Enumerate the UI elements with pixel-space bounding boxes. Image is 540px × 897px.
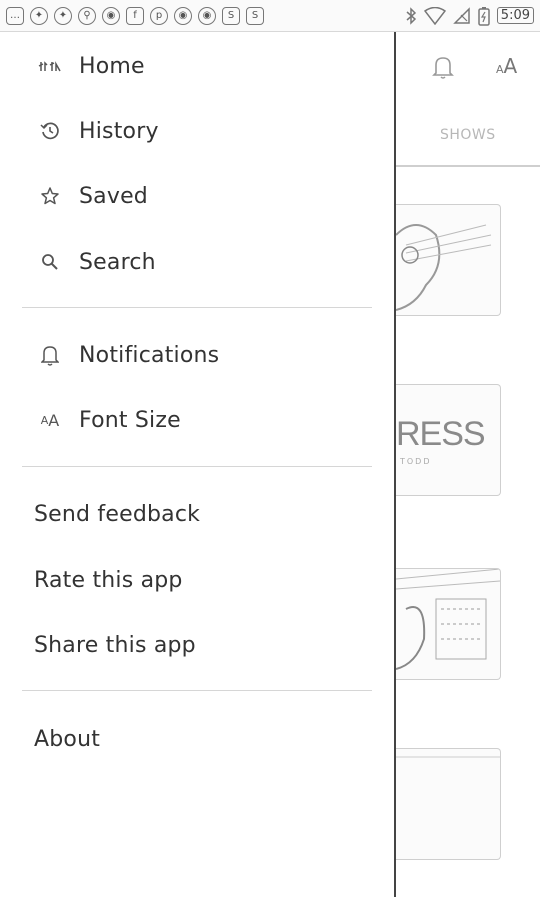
drawer-item-home[interactable]: Home bbox=[0, 34, 394, 98]
show-card[interactable]: RESS TODD bbox=[396, 384, 501, 496]
drawer-item-label: Notifications bbox=[79, 342, 220, 368]
drawer-item-history[interactable]: History bbox=[0, 99, 394, 163]
drawer-item-about[interactable]: About bbox=[0, 707, 394, 771]
drawer-item-label: History bbox=[79, 118, 159, 144]
drawer-item-label: Search bbox=[79, 249, 156, 275]
app-icon: ◉ bbox=[174, 6, 192, 25]
divider bbox=[22, 690, 372, 691]
drawer-item-label: Send feedback bbox=[34, 501, 201, 527]
show-logo-text: RESS bbox=[396, 415, 486, 453]
drawer-item-label: Share this app bbox=[34, 632, 196, 658]
background-tabs: SHOWS bbox=[396, 107, 540, 167]
drawer-item-search[interactable]: Search bbox=[0, 230, 394, 294]
search-icon bbox=[38, 250, 62, 274]
drawer-item-send-feedback[interactable]: Send feedback bbox=[0, 482, 394, 546]
show-card[interactable] bbox=[396, 748, 501, 860]
show-thumbnail bbox=[396, 756, 500, 758]
divider bbox=[22, 307, 372, 308]
battery-icon bbox=[478, 6, 490, 26]
status-bar: … ✦ ✦ ⚲ ◉ f p ◉ ◉ S S 5:09 bbox=[0, 0, 540, 32]
star-icon bbox=[38, 184, 62, 208]
system-icons: 5:09 bbox=[405, 6, 534, 26]
font-size-icon[interactable]: AA bbox=[496, 54, 517, 78]
app-icon: ◉ bbox=[102, 6, 120, 25]
message-icon: … bbox=[6, 6, 24, 25]
drawer-item-label: Home bbox=[79, 53, 145, 79]
show-thumbnail bbox=[396, 569, 500, 670]
wifi-icon bbox=[423, 6, 446, 25]
pinterest-icon: p bbox=[150, 6, 168, 25]
show-logo-subtext: TODD bbox=[400, 457, 432, 466]
tools-icon: ⚲ bbox=[78, 6, 96, 25]
background-app: AA SHOWS RESS TODD bbox=[396, 32, 540, 897]
clock: 5:09 bbox=[496, 7, 534, 24]
drawer-item-font-size[interactable]: AA Font Size bbox=[0, 388, 394, 452]
drawer-item-label: Saved bbox=[79, 183, 148, 209]
drawer-item-rate-app[interactable]: Rate this app bbox=[0, 548, 394, 612]
font-size-icon: AA bbox=[40, 410, 60, 430]
home-icon bbox=[38, 54, 62, 78]
signal-icon bbox=[452, 6, 470, 24]
divider bbox=[22, 466, 372, 467]
drawer-item-saved[interactable]: Saved bbox=[0, 164, 394, 228]
show-card[interactable] bbox=[396, 204, 501, 316]
drawer-item-label: Font Size bbox=[79, 407, 181, 433]
tab-shows[interactable]: SHOWS bbox=[440, 127, 496, 143]
bluetooth-icon bbox=[406, 6, 416, 25]
notification-icons: … ✦ ✦ ⚲ ◉ f p ◉ ◉ S S bbox=[6, 6, 264, 25]
background-toolbar: AA bbox=[396, 32, 540, 107]
app-icon: ◉ bbox=[198, 6, 216, 25]
history-icon bbox=[38, 119, 62, 143]
drawer-item-share-app[interactable]: Share this app bbox=[0, 613, 394, 677]
show-card[interactable] bbox=[396, 568, 501, 680]
drawer-item-label: Rate this app bbox=[34, 567, 183, 593]
bird-icon: ✦ bbox=[30, 6, 48, 25]
drawer-item-notifications[interactable]: Notifications bbox=[0, 323, 394, 387]
bell-icon[interactable] bbox=[432, 54, 454, 80]
bird-icon: ✦ bbox=[54, 6, 72, 25]
drawer-item-label: About bbox=[34, 726, 101, 752]
navigation-drawer: Home History Saved Search Notifications … bbox=[0, 32, 396, 897]
bell-icon bbox=[38, 343, 62, 367]
s-icon: S bbox=[246, 6, 264, 25]
show-thumbnail bbox=[396, 224, 492, 311]
facebook-icon: f bbox=[126, 6, 144, 25]
s-icon: S bbox=[222, 6, 240, 25]
